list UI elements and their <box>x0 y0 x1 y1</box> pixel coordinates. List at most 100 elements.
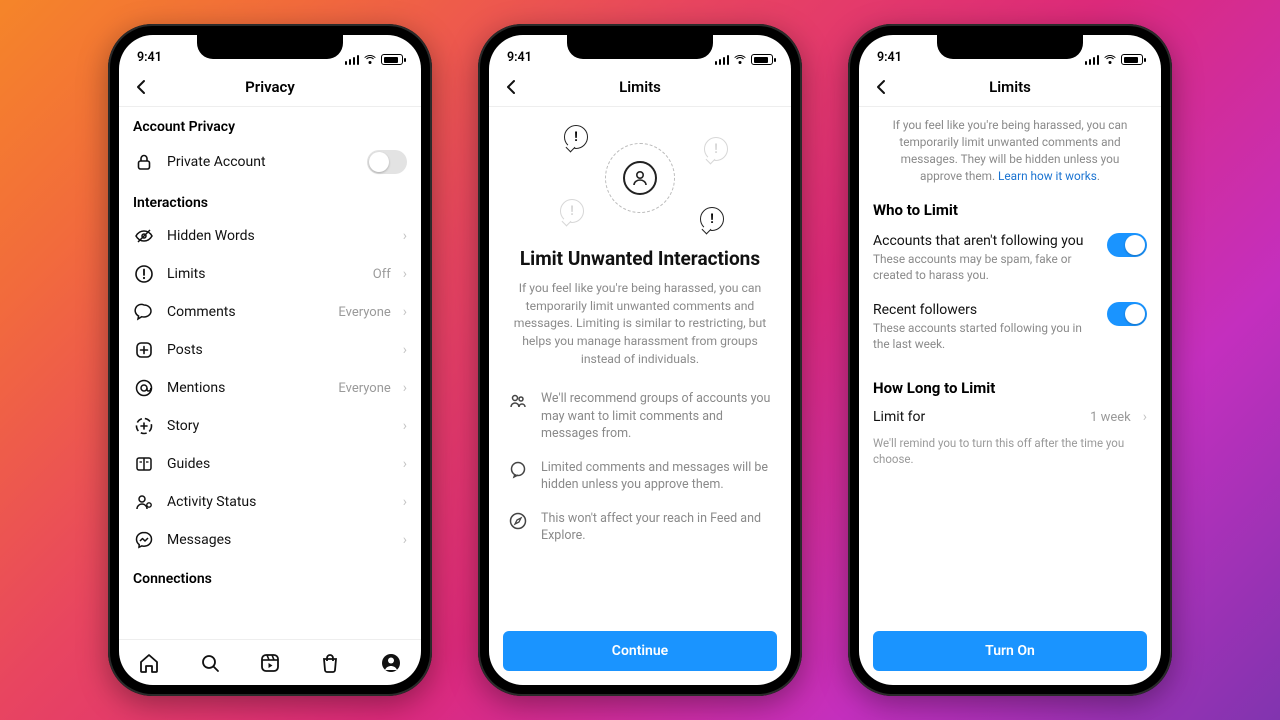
row-recent-followers[interactable]: Recent followers These accounts started … <box>859 294 1161 363</box>
activity-icon <box>133 491 155 513</box>
row-label: Hidden Words <box>167 228 391 244</box>
row-not-following[interactable]: Accounts that aren't following you These… <box>859 225 1161 294</box>
at-icon <box>133 377 155 399</box>
turn-on-button[interactable]: Turn On <box>873 631 1147 671</box>
limits-illustration: ! ! ! ! <box>550 123 730 233</box>
section-interactions: Interactions <box>119 183 421 217</box>
row-mentions[interactable]: Mentions Everyone › <box>119 369 421 407</box>
row-label: Comments <box>167 304 326 320</box>
wifi-icon <box>363 55 377 65</box>
chevron-right-icon: › <box>403 380 407 396</box>
signal-icon <box>715 55 730 65</box>
messenger-icon <box>133 529 155 551</box>
signal-icon <box>345 55 360 65</box>
alert-bubble-icon: ! <box>564 125 588 149</box>
row-label: Messages <box>167 532 391 548</box>
phone-privacy: 9:41 Privacy Account Privacy Private Acc… <box>108 24 432 696</box>
back-button[interactable] <box>499 74 525 100</box>
row-guides[interactable]: Guides › <box>119 445 421 483</box>
row-label: Guides <box>167 456 391 472</box>
row-limit-for[interactable]: Limit for 1 week › <box>859 403 1161 431</box>
row-value: Everyone <box>338 305 390 320</box>
row-posts[interactable]: Posts › <box>119 331 421 369</box>
row-limits[interactable]: Limits Off › <box>119 255 421 293</box>
wifi-icon <box>733 55 747 65</box>
alert-bubble-faded-icon: ! <box>560 199 584 223</box>
back-button[interactable] <box>129 74 155 100</box>
row-activity-status[interactable]: Activity Status › <box>119 483 421 521</box>
not-following-toggle[interactable] <box>1107 233 1147 257</box>
page-title: Limits <box>989 78 1031 96</box>
plus-square-icon <box>133 339 155 361</box>
phone-limits-intro: 9:41 Limits ! ! ! <box>478 24 802 696</box>
learn-how-link[interactable]: Learn how it works <box>998 169 1097 183</box>
bullet-text: This won't affect your reach in Feed and… <box>541 510 773 545</box>
page-title: Privacy <box>245 78 295 96</box>
bullet-item: We'll recommend groups of accounts you m… <box>507 382 773 451</box>
intro-body: If you feel like you're being harassed, … <box>511 280 769 368</box>
row-label: Limit for <box>873 409 1078 425</box>
back-button[interactable] <box>869 74 895 100</box>
compass-icon <box>507 510 529 532</box>
section-connections: Connections <box>119 559 421 593</box>
bullet-item: Limited comments and messages will be hi… <box>507 451 773 502</box>
alert-bubble-faded-icon: ! <box>704 137 728 161</box>
tab-reels[interactable] <box>257 650 283 676</box>
signal-icon <box>1085 55 1100 65</box>
phone-limits-settings: 9:41 Limits If you feel like you're bein… <box>848 24 1172 696</box>
recent-followers-toggle[interactable] <box>1107 302 1147 326</box>
section-account-privacy: Account Privacy <box>119 107 421 141</box>
people-icon <box>507 390 529 412</box>
tab-bar <box>119 639 421 685</box>
chevron-right-icon: › <box>1143 409 1147 425</box>
intro-headline: Limit Unwanted Interactions <box>511 247 769 270</box>
bullet-text: Limited comments and messages will be hi… <box>541 459 773 494</box>
row-hidden-words[interactable]: Hidden Words › <box>119 217 421 255</box>
section-who-to-limit: Who to Limit <box>859 185 1161 225</box>
chevron-right-icon: › <box>403 228 407 244</box>
chevron-right-icon: › <box>403 304 407 320</box>
row-story[interactable]: Story › <box>119 407 421 445</box>
nav-header: Limits <box>859 67 1161 107</box>
tab-home[interactable] <box>136 650 162 676</box>
continue-button[interactable]: Continue <box>503 631 777 671</box>
bullet-item: This won't affect your reach in Feed and… <box>507 502 773 553</box>
battery-icon <box>381 54 403 65</box>
alert-bubble-icon: ! <box>700 207 724 231</box>
row-value: Off <box>373 267 391 282</box>
chevron-right-icon: › <box>403 494 407 510</box>
wifi-icon <box>1103 55 1117 65</box>
chevron-right-icon: › <box>403 342 407 358</box>
notch <box>567 35 713 59</box>
nav-header: Limits <box>489 67 791 107</box>
lock-icon <box>133 151 155 173</box>
row-label: Private Account <box>167 154 355 170</box>
tab-profile[interactable] <box>378 650 404 676</box>
battery-icon <box>751 54 773 65</box>
status-time: 9:41 <box>877 50 902 65</box>
tab-search[interactable] <box>197 650 223 676</box>
row-messages[interactable]: Messages › <box>119 521 421 559</box>
option-title: Accounts that aren't following you <box>873 233 1097 249</box>
chevron-right-icon: › <box>403 532 407 548</box>
row-label: Activity Status <box>167 494 391 510</box>
row-comments[interactable]: Comments Everyone › <box>119 293 421 331</box>
private-account-toggle[interactable] <box>367 150 407 174</box>
row-label: Posts <box>167 342 391 358</box>
row-label: Limits <box>167 266 361 282</box>
chevron-right-icon: › <box>403 456 407 472</box>
chevron-right-icon: › <box>403 418 407 434</box>
row-label: Mentions <box>167 380 326 396</box>
tab-shop[interactable] <box>317 650 343 676</box>
row-private-account[interactable]: Private Account <box>119 141 421 183</box>
status-time: 9:41 <box>507 50 532 65</box>
status-time: 9:41 <box>137 50 162 65</box>
nav-header: Privacy <box>119 67 421 107</box>
notch <box>197 35 343 59</box>
notch <box>937 35 1083 59</box>
guides-icon <box>133 453 155 475</box>
limits-description: If you feel like you're being harassed, … <box>859 107 1161 185</box>
row-label: Story <box>167 418 391 434</box>
limit-note: We'll remind you to turn this off after … <box>859 431 1161 471</box>
row-value: 1 week <box>1090 410 1131 425</box>
